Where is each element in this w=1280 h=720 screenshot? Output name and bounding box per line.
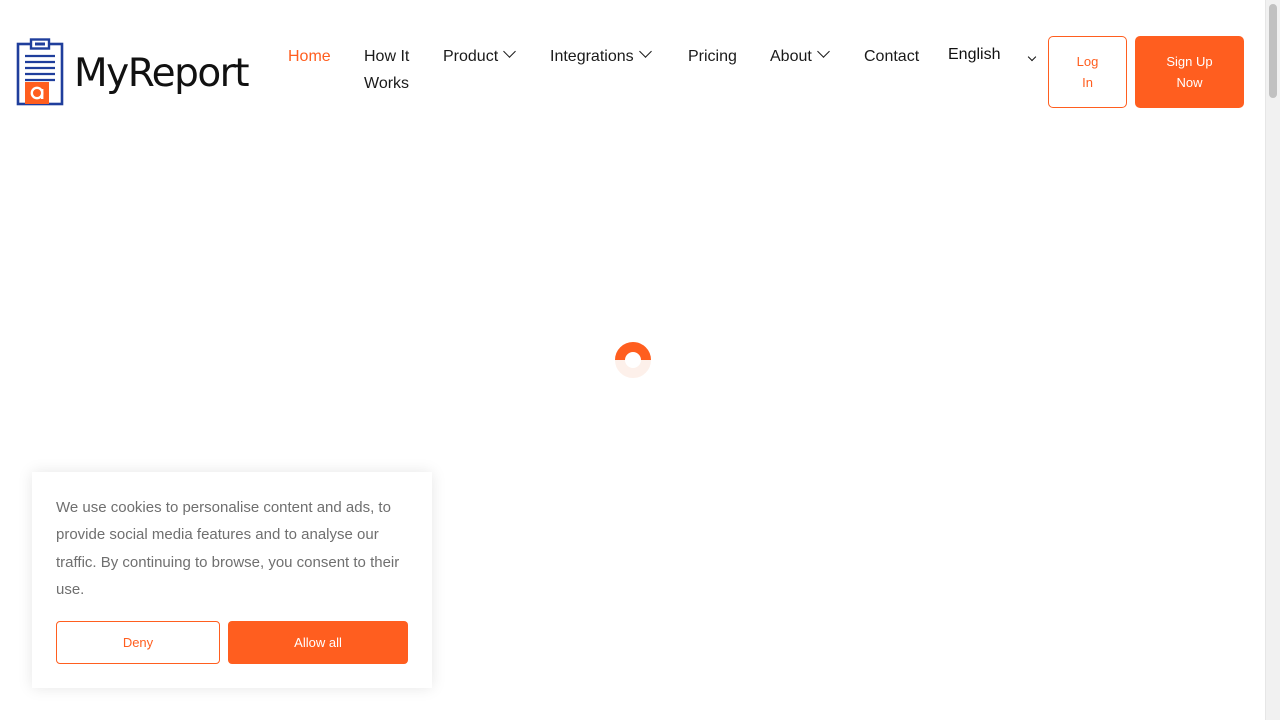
chevron-down-icon xyxy=(1027,52,1037,62)
language-select[interactable]: English xyxy=(948,46,1040,64)
nav-contact[interactable]: Contact xyxy=(864,43,919,70)
nav-how-it-works-line1: How It xyxy=(364,48,410,65)
nav-pricing[interactable]: Pricing xyxy=(688,43,737,70)
page: MyReport Home How It Works Product Integ… xyxy=(0,0,1265,720)
loading-spinner-icon xyxy=(615,342,651,378)
logo-text: MyReport xyxy=(74,50,250,96)
cookie-banner-text: We use cookies to personalise content an… xyxy=(56,499,400,598)
nav-how-it-works[interactable]: How It Works xyxy=(364,43,409,97)
language-select-value: English xyxy=(948,46,1001,63)
chevron-down-icon xyxy=(503,45,517,58)
nav-integrations-label: Integrations xyxy=(550,48,634,65)
scrollbar-thumb[interactable] xyxy=(1269,4,1277,98)
nav-how-it-works-line2: Works xyxy=(364,75,410,92)
deny-cookies-button[interactable]: Deny xyxy=(56,621,220,664)
nav-product-label: Product xyxy=(443,48,499,65)
signup-button[interactable]: Sign Up Now xyxy=(1135,36,1244,108)
nav-home[interactable]: Home xyxy=(288,43,331,70)
clipboard-logo-icon xyxy=(16,38,64,106)
login-button[interactable]: Log In xyxy=(1048,36,1127,108)
chevron-down-icon xyxy=(638,45,652,58)
chevron-down-icon xyxy=(816,45,830,58)
cookie-banner: We use cookies to personalise content an… xyxy=(32,472,432,688)
page-scrollbar[interactable] xyxy=(1265,0,1280,720)
allow-all-cookies-button[interactable]: Allow all xyxy=(228,621,408,664)
nav-integrations[interactable]: Integrations xyxy=(550,43,652,70)
logo[interactable]: MyReport xyxy=(16,38,250,106)
nav-product[interactable]: Product xyxy=(443,43,517,70)
nav-about[interactable]: About xyxy=(770,43,830,70)
nav-about-label: About xyxy=(770,48,812,65)
